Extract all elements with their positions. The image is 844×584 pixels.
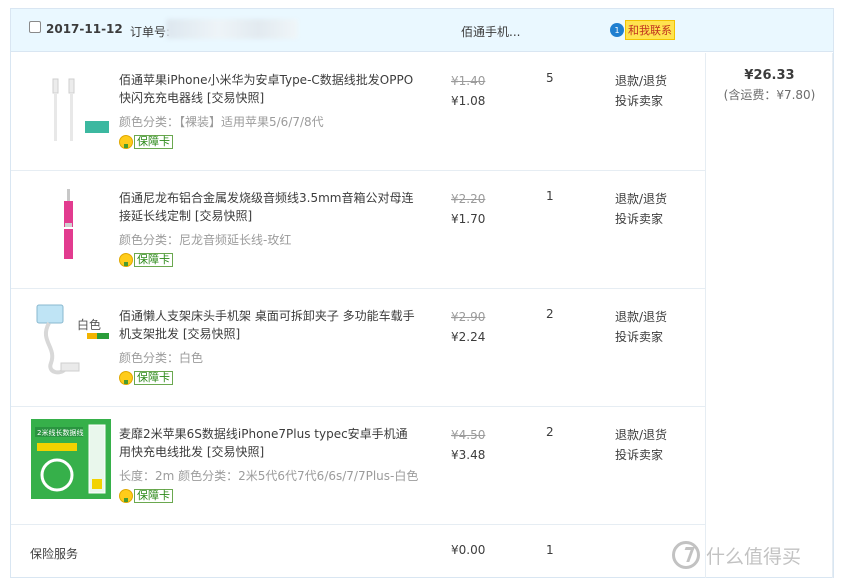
complain-seller-link[interactable]: 投诉卖家 bbox=[615, 91, 667, 111]
sale-price: ¥3.48 bbox=[451, 448, 486, 462]
usb-cable-image bbox=[52, 78, 109, 141]
product-sku: 颜色分类：【裸装】适用苹果5/6/7/8代 bbox=[119, 115, 324, 129]
product-thumbnail[interactable]: 白色 bbox=[31, 301, 111, 381]
order-date: 2017-11-12 bbox=[46, 22, 123, 36]
quantity: 5 bbox=[546, 71, 554, 85]
product-title-link[interactable]: 佰通苹果iPhone小米华为安卓Type-C数据线批发OPPO快闪充充电器线 [… bbox=[119, 71, 419, 107]
shipping-fee: (含运费：¥7.80) bbox=[723, 88, 816, 102]
refund-return-link[interactable]: 退款/退货 bbox=[615, 425, 667, 445]
thumb-color-text: 白色 bbox=[77, 317, 101, 332]
order-item-row: 2米线长数据线 麦靡2米苹果6S数据线iPhone7Plus typec安卓手机… bbox=[11, 407, 705, 525]
item-actions: 退款/退货 投诉卖家 bbox=[615, 189, 667, 229]
guarantee-card-icon bbox=[119, 253, 133, 267]
product-title-link[interactable]: 麦靡2米苹果6S数据线iPhone7Plus typec安卓手机通用快充电线批发… bbox=[119, 425, 419, 461]
insurance-service-label: 保险服务 bbox=[30, 547, 79, 561]
sale-price: ¥1.70 bbox=[451, 212, 486, 226]
price-cell: ¥2.20 ¥1.70 bbox=[451, 189, 511, 229]
site-watermark: 什么值得买 bbox=[672, 541, 801, 569]
checkbox-icon[interactable] bbox=[29, 21, 41, 33]
item-actions: 退款/退货 投诉卖家 bbox=[615, 307, 667, 347]
contact-seller-button[interactable]: 1 和我联系 bbox=[610, 20, 675, 40]
order-items: 佰通苹果iPhone小米华为安卓Type-C数据线批发OPPO快闪充充电器线 [… bbox=[11, 53, 705, 577]
quantity: 1 bbox=[546, 189, 554, 203]
item-actions: 退款/退货 投诉卖家 bbox=[615, 425, 667, 465]
insurance-service-price: ¥0.00 bbox=[451, 543, 486, 557]
refund-return-link[interactable]: 退款/退货 bbox=[615, 307, 667, 327]
product-sku: 长度：2m 颜色分类：2米5代6代7代6/6s/7/7Plus-白色 bbox=[119, 469, 419, 483]
watermark-text: 什么值得买 bbox=[706, 545, 802, 568]
price-cell: ¥1.40 ¥1.08 bbox=[451, 71, 511, 111]
item-actions: 退款/退货 投诉卖家 bbox=[615, 71, 667, 111]
order-item-row: 佰通苹果iPhone小米华为安卓Type-C数据线批发OPPO快闪充充电器线 [… bbox=[11, 53, 705, 171]
original-price: ¥4.50 bbox=[451, 428, 486, 442]
complain-seller-link[interactable]: 投诉卖家 bbox=[615, 445, 667, 465]
order-item-row: 佰通尼龙布铝合金属发烧级音频线3.5mm音箱公对母连接延长线定制 [交易快照] … bbox=[11, 171, 705, 289]
insurance-service-qty: 1 bbox=[546, 543, 554, 557]
total-amount: ¥26.33 bbox=[744, 68, 795, 83]
price-cell: ¥4.50 ¥3.48 bbox=[451, 425, 511, 465]
guarantee-card-badge[interactable]: 保障卡 bbox=[119, 253, 173, 267]
quantity: 2 bbox=[546, 425, 554, 439]
quantity: 2 bbox=[546, 307, 554, 321]
audio-cable-image bbox=[64, 189, 73, 259]
order-number-label: 订单号: bbox=[130, 25, 171, 39]
product-thumbnail[interactable] bbox=[31, 183, 111, 263]
guarantee-card-label: 保障卡 bbox=[134, 253, 173, 267]
order-header: 2017-11-12 订单号: 佰通手机... 1 和我联系 bbox=[11, 9, 833, 52]
data-cable-box-image: 2米线长数据线 bbox=[31, 419, 111, 499]
guarantee-card-icon bbox=[119, 371, 133, 385]
order-number-redacted bbox=[166, 19, 298, 39]
order-item-row: 白色 佰通懒人支架床头手机架 桌面可拆卸夹子 多功能车载手机支架批发 [交易快照… bbox=[11, 289, 705, 407]
guarantee-card-icon bbox=[119, 135, 133, 149]
product-thumbnail[interactable] bbox=[31, 65, 111, 145]
complain-seller-link[interactable]: 投诉卖家 bbox=[615, 209, 667, 229]
insurance-service-row: 保险服务 ¥0.00 1 bbox=[11, 525, 705, 577]
original-price: ¥2.90 bbox=[451, 310, 486, 324]
watermark-logo-icon bbox=[672, 541, 700, 569]
order-total: ¥26.33 (含运费：¥7.80) bbox=[706, 67, 833, 105]
order-card: 2017-11-12 订单号: 佰通手机... 1 和我联系 佰通苹果iPhon… bbox=[10, 8, 834, 578]
column-divider bbox=[705, 53, 706, 578]
price-cell: ¥2.90 ¥2.24 bbox=[451, 307, 511, 347]
thumb-box-text: 2米线长数据线 bbox=[37, 428, 83, 437]
original-price: ¥2.20 bbox=[451, 192, 486, 206]
product-sku: 颜色分类：尼龙音频延长线-玫红 bbox=[119, 233, 292, 247]
product-sku: 颜色分类：白色 bbox=[119, 351, 204, 365]
guarantee-card-label: 保障卡 bbox=[134, 371, 173, 385]
complain-seller-link[interactable]: 投诉卖家 bbox=[615, 327, 667, 347]
original-price: ¥1.40 bbox=[451, 74, 486, 88]
refund-return-link[interactable]: 退款/退货 bbox=[615, 189, 667, 209]
guarantee-card-icon bbox=[119, 489, 133, 503]
guarantee-card-badge[interactable]: 保障卡 bbox=[119, 489, 173, 503]
phone-holder-image: 白色 bbox=[36, 304, 109, 375]
shop-name-link[interactable]: 佰通手机... bbox=[461, 23, 520, 40]
product-title-link[interactable]: 佰通懒人支架床头手机架 桌面可拆卸夹子 多功能车载手机支架批发 [交易快照] bbox=[119, 307, 419, 343]
product-title-link[interactable]: 佰通尼龙布铝合金属发烧级音频线3.5mm音箱公对母连接延长线定制 [交易快照] bbox=[119, 189, 419, 225]
guarantee-card-label: 保障卡 bbox=[134, 489, 173, 503]
chat-bubble-icon: 1 bbox=[610, 23, 624, 37]
column-divider bbox=[832, 53, 833, 578]
sale-price: ¥1.08 bbox=[451, 94, 486, 108]
product-thumbnail[interactable]: 2米线长数据线 bbox=[31, 419, 111, 499]
guarantee-card-badge[interactable]: 保障卡 bbox=[119, 135, 173, 149]
refund-return-link[interactable]: 退款/退货 bbox=[615, 71, 667, 91]
sale-price: ¥2.24 bbox=[451, 330, 486, 344]
contact-seller-label: 和我联系 bbox=[625, 20, 675, 40]
guarantee-card-badge[interactable]: 保障卡 bbox=[119, 371, 173, 385]
guarantee-card-label: 保障卡 bbox=[134, 135, 173, 149]
